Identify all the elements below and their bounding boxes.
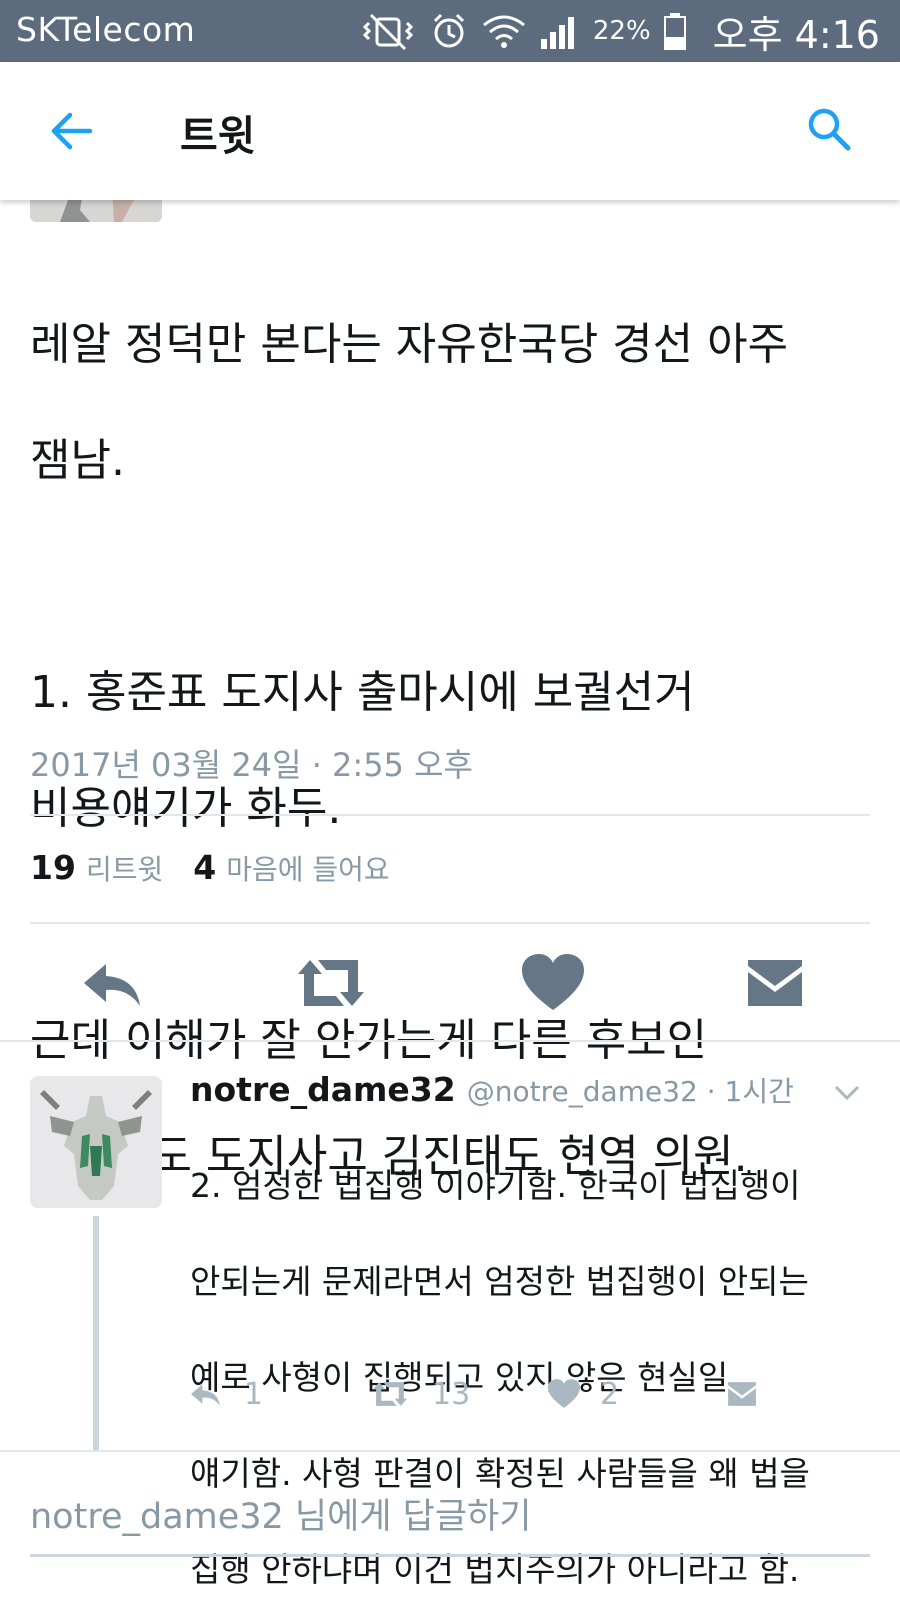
tweet-line: 잼남. <box>30 435 125 486</box>
reply-message-action[interactable] <box>722 1370 762 1418</box>
battery-percent: 22% <box>592 16 651 46</box>
retweet-count[interactable]: 19 <box>30 848 76 887</box>
heart-icon[interactable] <box>518 950 588 1016</box>
message-icon <box>728 1382 756 1406</box>
divider <box>0 1040 900 1042</box>
retweet-icon <box>373 1382 407 1406</box>
page-title: 트윗 <box>180 112 256 160</box>
like-label[interactable]: 마음에 들어요 <box>226 848 389 888</box>
divider <box>30 922 870 924</box>
search-icon[interactable] <box>806 106 852 152</box>
reply-author-handle[interactable]: @notre_dame32 · 1시간 <box>467 1075 794 1108</box>
tweet-timestamp: 2017년 03월 24일 · 2:55 오후 <box>30 746 473 784</box>
message-icon[interactable] <box>740 950 810 1016</box>
retweet-icon[interactable] <box>296 950 366 1016</box>
divider <box>30 814 870 816</box>
status-bar: SKTelecom 22% 오후 4:16 <box>0 0 900 62</box>
tweet-stats: 19 리트윗 4 마음에 들어요 <box>30 848 390 892</box>
tweet-line: 비용얘기가 화두. <box>30 783 342 834</box>
battery-icon <box>663 13 686 50</box>
reply-author-name[interactable]: notre_dame32 <box>190 1070 456 1109</box>
chevron-down-icon[interactable] <box>834 1084 860 1102</box>
carrier-name: SKTelecom <box>16 10 196 49</box>
wifi-icon <box>482 15 525 48</box>
reply-input-underline <box>30 1554 870 1557</box>
back-arrow-icon[interactable] <box>48 110 94 152</box>
tweet-action-bar <box>0 950 900 1020</box>
tweet-line <box>30 548 870 606</box>
reply-icon <box>191 1384 220 1406</box>
alarm-icon <box>433 13 464 48</box>
like-count[interactable]: 4 <box>193 848 216 887</box>
reply-header: notre_dame32 @notre_dame32 · 1시간 <box>190 1070 880 1114</box>
mute-vibrate-icon <box>362 13 413 51</box>
reply-retweet-action[interactable]: 13 <box>366 1370 470 1418</box>
tweet-line <box>30 896 870 954</box>
reply-line: 2. 엄정한 법집행 이야기함. 한국이 법집행이 <box>190 1166 801 1205</box>
heart-icon <box>548 1379 580 1408</box>
divider <box>0 1450 900 1452</box>
signal-icon <box>540 17 574 49</box>
tweet-line: 1. 홍준표 도지사 출마시에 보궐선거 <box>30 667 695 718</box>
reply-like-action[interactable]: 2 <box>546 1370 619 1418</box>
reply-input[interactable]: notre_dame32 님에게 답글하기 <box>30 1488 531 1539</box>
reply-reply-action[interactable]: 1 <box>186 1370 263 1418</box>
status-icons: 22% 오후 4:16 <box>359 6 880 57</box>
reply-retweet-count: 13 <box>432 1376 471 1412</box>
reply-line: 안되는게 문제라면서 엄정한 법집행이 안되는 <box>190 1262 809 1301</box>
reply-avatar[interactable] <box>30 1076 162 1208</box>
clock-time: 오후 4:16 <box>712 12 880 57</box>
reply-like-count: 2 <box>600 1376 620 1412</box>
thread-line <box>93 1216 99 1450</box>
reply-icon[interactable] <box>78 950 148 1016</box>
reply-action-bar: 1 13 2 <box>186 1370 806 1418</box>
tweet-line: 레알 정덕만 본다는 자유한국당 경선 아주 <box>30 319 789 370</box>
app-header: 트윗 <box>0 62 900 200</box>
reply-reply-count: 1 <box>244 1376 264 1412</box>
retweet-label[interactable]: 리트윗 <box>86 848 163 888</box>
